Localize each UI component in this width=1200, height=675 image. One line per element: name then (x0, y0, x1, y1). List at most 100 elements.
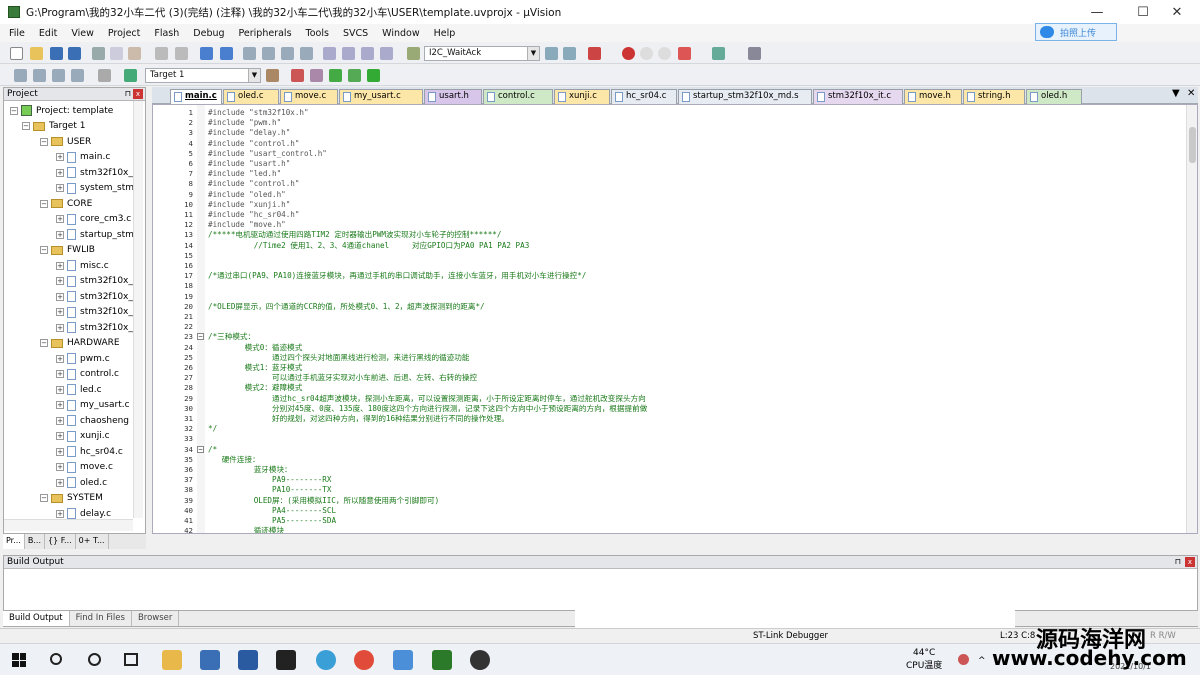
tab-functions[interactable]: {} F... (45, 534, 76, 549)
fold-toggle-icon[interactable]: − (197, 333, 204, 341)
menu-peripherals[interactable]: Peripherals (230, 28, 297, 39)
open-folder-icon[interactable] (30, 47, 43, 60)
save-all-icon[interactable] (68, 47, 81, 60)
collapse-icon[interactable]: − (40, 339, 48, 347)
tree-file[interactable]: + stm32f10x_ (56, 320, 133, 335)
pack-installer-icon[interactable] (348, 69, 361, 82)
tree-file[interactable]: + main.c (56, 150, 110, 165)
expand-icon[interactable]: + (56, 370, 64, 378)
find-icon[interactable] (545, 47, 558, 60)
menu-edit[interactable]: Edit (30, 28, 62, 39)
tab-templates[interactable]: 0+ T... (76, 534, 109, 549)
bookmark-icon[interactable] (243, 47, 256, 60)
project-vertical-scrollbar[interactable] (133, 101, 143, 518)
build-icon[interactable] (33, 69, 46, 82)
chevron-down-icon[interactable]: ▼ (527, 47, 539, 60)
editor-tab[interactable]: my_usart.c (339, 89, 423, 104)
pin-icon[interactable]: ⊓ (1175, 556, 1181, 568)
breakpoint-kill-all-icon[interactable] (678, 47, 691, 60)
edge-browser-icon[interactable] (316, 650, 336, 670)
bookmark-next-icon[interactable] (281, 47, 294, 60)
expand-icon[interactable]: + (56, 509, 64, 518)
editor-tab[interactable]: string.h (963, 89, 1025, 104)
tree-file[interactable]: + misc.c (56, 258, 109, 273)
editor-tab[interactable]: control.c (483, 89, 553, 104)
new-file-icon[interactable] (10, 47, 23, 60)
tray-chevron-icon[interactable]: ^ (978, 656, 986, 666)
tree-group[interactable]: − CORE (40, 196, 92, 211)
editor-tab[interactable]: main.c (170, 89, 222, 104)
manage-rte-icon[interactable] (329, 69, 342, 82)
editor-tab[interactable]: oled.h (1026, 89, 1082, 104)
incremental-find-icon[interactable] (563, 47, 576, 60)
scrollbar-thumb[interactable] (1189, 127, 1196, 163)
menu-window[interactable]: Window (373, 28, 424, 39)
expand-icon[interactable]: + (56, 261, 64, 270)
terminal-icon[interactable] (276, 650, 296, 670)
expand-icon[interactable]: + (56, 447, 64, 456)
stop-build-icon[interactable] (98, 69, 111, 82)
tab-browser[interactable]: Browser (132, 611, 180, 626)
tree-file[interactable]: + hc_sr04.c (56, 444, 123, 459)
bookmark-prev-icon[interactable] (262, 47, 275, 60)
bookmark-clear-icon[interactable] (300, 47, 313, 60)
menu-project[interactable]: Project (99, 28, 146, 39)
expand-icon[interactable]: + (56, 230, 64, 239)
tree-file[interactable]: + xunji.c (56, 429, 110, 444)
tree-file[interactable]: + system_stm (56, 181, 134, 196)
uvision-taskbar-icon[interactable] (432, 650, 452, 670)
baidu-netdisk-icon[interactable] (393, 650, 413, 670)
tree-file[interactable]: + led.c (56, 382, 102, 397)
rebuild-icon[interactable] (52, 69, 65, 82)
tree-file[interactable]: + stm32f10x_ (56, 165, 133, 180)
fold-toggle-icon[interactable]: − (197, 445, 204, 453)
undo-icon[interactable] (155, 47, 168, 60)
tree-group[interactable]: − FWLIB (40, 243, 95, 258)
tree-group[interactable]: − SYSTEM (40, 491, 103, 506)
collapse-icon[interactable]: − (40, 494, 48, 502)
file-explorer-icon[interactable] (162, 650, 182, 670)
find-in-files-icon[interactable] (407, 47, 420, 60)
close-window-button[interactable]: ✕ (1154, 0, 1200, 24)
tree-group[interactable]: − USER (40, 134, 91, 149)
nav-back-icon[interactable] (200, 47, 213, 60)
menu-view[interactable]: View (62, 28, 99, 39)
pin-icon[interactable]: ⊓ (125, 88, 131, 100)
menu-help[interactable]: Help (425, 28, 461, 39)
editor-tab[interactable]: startup_stm32f10x_md.s (678, 89, 812, 104)
tree-project-root[interactable]: − Project: template (10, 103, 113, 118)
editor-vertical-scrollbar[interactable] (1186, 105, 1197, 533)
menu-svcs[interactable]: SVCS (334, 28, 373, 39)
expand-icon[interactable]: + (56, 292, 64, 301)
comment-icon[interactable] (361, 47, 374, 60)
collapse-icon[interactable]: − (40, 246, 48, 254)
collapse-icon[interactable]: − (10, 106, 18, 115)
download-icon[interactable] (124, 69, 137, 82)
paste-icon[interactable] (128, 47, 141, 60)
menu-flash[interactable]: Flash (145, 28, 184, 39)
expand-icon[interactable]: + (56, 277, 64, 285)
expand-icon[interactable]: + (56, 323, 64, 332)
target-options-icon[interactable] (266, 69, 279, 82)
editor-tab[interactable]: oled.c (223, 89, 279, 104)
menu-file[interactable]: File (0, 28, 30, 39)
tree-file[interactable]: + core_cm3.c (56, 212, 131, 227)
tree-file[interactable]: + move.c (56, 460, 113, 475)
collapse-icon[interactable]: − (22, 122, 30, 130)
expand-icon[interactable]: + (56, 401, 64, 409)
expand-icon[interactable]: + (56, 478, 64, 487)
menu-debug[interactable]: Debug (184, 28, 229, 39)
tab-list-chevron-icon[interactable]: ▼ (1172, 88, 1180, 99)
tree-file[interactable]: + my_usart.c (56, 398, 130, 413)
menu-tools[interactable]: Tools (297, 28, 334, 39)
breakpoint-disable-icon[interactable] (640, 47, 653, 60)
editor-tab[interactable]: hc_sr04.c (611, 89, 677, 104)
tree-target[interactable]: − Target 1 (22, 119, 85, 134)
software-packs-icon[interactable] (367, 69, 380, 82)
editor-tab[interactable]: move.c (280, 89, 338, 104)
expand-icon[interactable]: + (56, 153, 64, 161)
task-view-icon[interactable] (124, 653, 138, 666)
cloud-upload-button[interactable]: 拍照上传 (1035, 23, 1117, 41)
expand-icon[interactable]: + (56, 416, 64, 425)
close-icon[interactable]: x (1185, 557, 1195, 567)
